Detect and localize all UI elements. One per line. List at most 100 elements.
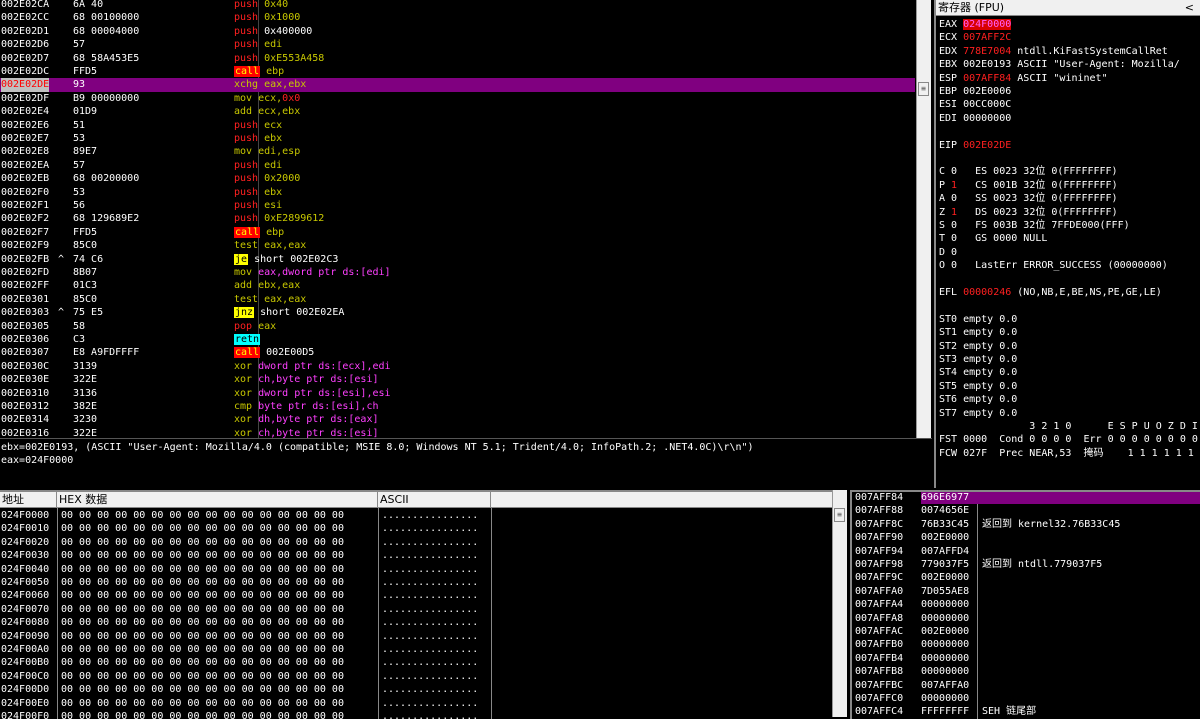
register-line[interactable]: ST2 empty 0.0 [939,340,1200,353]
stack-row[interactable]: 007AFFB8 00000000 [852,665,1200,678]
register-line[interactable]: ST7 empty 0.0 [939,407,1200,420]
disasm-row[interactable]: 002E0303 ^ 75 E5 jnz short 002E02EA [0,306,915,319]
register-line[interactable]: A 0 SS 0023 32位 0(FFFFFFFF) [939,192,1200,205]
stack-row[interactable]: 007AFF98 779037F5 返回到 ntdll.779037F5 [852,558,1200,571]
register-line[interactable]: ESI 00CC000C [939,98,1200,111]
register-line[interactable]: ECX 007AFF2C [939,31,1200,44]
disasm-row[interactable]: 002E02E7 53 push ebx [0,132,915,145]
disasm-row[interactable]: 002E02CC 68 00100000 push 0x1000 [0,11,915,24]
register-line[interactable]: EAX 024F0000 [939,18,1200,31]
stack-pane[interactable]: 007AFF84 696E6977 007AFF88 0074656E 007AFF8C… [850,490,1200,719]
dump-row[interactable]: 024F0080 00 00 00 00 00 00 00 00 00 00 00… [0,616,832,629]
disasm-row[interactable]: 002E02CA 6A 40 push 0x40 [0,0,915,11]
register-line[interactable]: EFL 00000246 (NO,NB,E,BE,NS,PE,GE,LE) [939,286,1200,299]
disasm-row[interactable]: 002E02E6 51 push ecx [0,119,915,132]
scroll-thumb-icon[interactable]: ≡ [918,82,929,96]
stack-row[interactable]: 007AFFC0 00000000 [852,692,1200,705]
register-line[interactable]: FCW 027F Prec NEAR,53 掩码 1 1 1 1 1 1 [939,447,1200,460]
dump-row[interactable]: 024F00C0 00 00 00 00 00 00 00 00 00 00 00… [0,670,832,683]
disassembly-pane[interactable]: 002E02CA 6A 40 push 0x40 002E02CC 68 0010000… [0,0,915,438]
dump-row[interactable]: 024F0060 00 00 00 00 00 00 00 00 00 00 00… [0,589,832,602]
dump-row[interactable]: 024F00F0 00 00 00 00 00 00 00 00 00 00 00… [0,710,832,719]
dump-row[interactable]: 024F0040 00 00 00 00 00 00 00 00 00 00 00… [0,563,832,576]
register-line[interactable]: ST0 empty 0.0 [939,313,1200,326]
disasm-row[interactable]: 002E0314 3230 xor dh,byte ptr ds:[eax] [0,413,915,426]
register-line[interactable]: ST3 empty 0.0 [939,353,1200,366]
register-line[interactable]: EDI 00000000 [939,112,1200,125]
register-line[interactable] [939,125,1200,138]
register-line[interactable]: ST1 empty 0.0 [939,326,1200,339]
register-line[interactable]: 3 2 1 0 E S P U O Z D I [939,420,1200,433]
stack-row[interactable]: 007AFFA8 00000000 [852,612,1200,625]
register-line[interactable]: ST6 empty 0.0 [939,393,1200,406]
disasm-row[interactable]: 002E02F2 68 129689E2 push 0xE2899612 [0,212,915,225]
disasm-row[interactable]: 002E0310 3136 xor dword ptr ds:[esi],esi [0,387,915,400]
disasm-row[interactable]: 002E0305 58 pop eax [0,320,915,333]
stack-row[interactable]: 007AFFB4 00000000 [852,652,1200,665]
dump-row[interactable]: 024F00D0 00 00 00 00 00 00 00 00 00 00 00… [0,683,832,696]
disasm-row[interactable]: 002E02E8 89E7 mov edi,esp [0,145,915,158]
disasm-row[interactable]: 002E02D6 57 push edi [0,38,915,51]
disasm-row[interactable]: 002E02D7 68 58A453E5 push 0xE553A458 [0,52,915,65]
register-line[interactable]: T 0 GS 0000 NULL [939,232,1200,245]
stack-row[interactable]: 007AFFA0 7D055AE8 [852,585,1200,598]
register-line[interactable]: FST 0000 Cond 0 0 0 0 Err 0 0 0 0 0 0 0 … [939,433,1200,446]
disasm-row[interactable]: 002E02DE 93 xchg eax,ebx [0,78,915,92]
stack-row[interactable]: 007AFFBC 007AFFA0 [852,679,1200,692]
stack-row[interactable]: 007AFF9C 002E0000 [852,571,1200,584]
disasm-row[interactable]: 002E0312 382E cmp byte ptr ds:[esi],ch [0,400,915,413]
disasm-row[interactable]: 002E02D1 68 00004000 push 0x400000 [0,25,915,38]
dump-row[interactable]: 024F0090 00 00 00 00 00 00 00 00 00 00 00… [0,630,832,643]
disasm-row[interactable]: 002E02DC FFD5 call ebp [0,65,915,78]
register-line[interactable]: C 0 ES 0023 32位 0(FFFFFFFF) [939,165,1200,178]
register-line[interactable] [939,273,1200,286]
dump-header-ascii[interactable]: ASCII [378,492,491,508]
dump-row[interactable]: 024F00A0 00 00 00 00 00 00 00 00 00 00 00… [0,643,832,656]
disasm-row[interactable]: 002E02F7 FFD5 call ebp [0,226,915,239]
register-line[interactable]: EIP 002E02DE [939,139,1200,152]
disasm-row[interactable]: 002E02F1 56 push esi [0,199,915,212]
disasm-row[interactable]: 002E02FB ^ 74 C6 je short 002E02C3 [0,253,915,266]
stack-row[interactable]: 007AFF94 007AFFD4 [852,545,1200,558]
stack-row[interactable]: 007AFFA4 00000000 [852,598,1200,611]
dump-scrollbar[interactable]: ≡ [832,490,847,717]
dump-row[interactable]: 024F0000 00 00 00 00 00 00 00 00 00 00 00… [0,509,832,522]
dump-row[interactable]: 024F0030 00 00 00 00 00 00 00 00 00 00 00… [0,549,832,562]
disasm-row[interactable]: 002E02EB 68 00200000 push 0x2000 [0,172,915,185]
dump-header-hex[interactable]: HEX 数据 [57,492,378,508]
stack-row[interactable]: 007AFF84 696E6977 [852,492,1200,505]
register-line[interactable]: O 0 LastErr ERROR_SUCCESS (00000000) [939,259,1200,272]
disasm-row[interactable]: 002E0301 85C0 test eax,eax [0,293,915,306]
scroll-thumb-icon[interactable]: ≡ [834,508,845,522]
registers-pane[interactable]: 寄存器 (FPU) < EAX 024F0000 ECX 007AFF2C EDX … [934,0,1200,488]
disasm-row[interactable]: 002E02FF 01C3 add ebx,eax [0,279,915,292]
register-line[interactable]: ST4 empty 0.0 [939,366,1200,379]
disasm-row[interactable]: 002E030E 322E xor ch,byte ptr ds:[esi] [0,373,915,386]
register-line[interactable]: EDX 778E7004 ntdll.KiFastSystemCallRet [939,45,1200,58]
disasm-row[interactable]: 002E02E4 01D9 add ecx,ebx [0,105,915,118]
register-line[interactable]: EBX 002E0193 ASCII "User-Agent: Mozilla/ [939,58,1200,71]
dump-header-address[interactable]: 地址 [0,492,57,508]
dump-row[interactable]: 024F0010 00 00 00 00 00 00 00 00 00 00 00… [0,522,832,535]
disasm-row[interactable]: 002E030C 3139 xor dword ptr ds:[ecx],edi [0,360,915,373]
disasm-row[interactable]: 002E02DF B9 00000000 mov ecx,0x0 [0,92,915,105]
register-line[interactable] [939,299,1200,312]
register-line[interactable]: S 0 FS 003B 32位 7FFDE000(FFF) [939,219,1200,232]
dump-row[interactable]: 024F00E0 00 00 00 00 00 00 00 00 00 00 00… [0,697,832,710]
dump-row[interactable]: 024F0020 00 00 00 00 00 00 00 00 00 00 00… [0,536,832,549]
dump-row[interactable]: 024F0070 00 00 00 00 00 00 00 00 00 00 00… [0,603,832,616]
disasm-row[interactable]: 002E02F0 53 push ebx [0,186,915,199]
disasm-row[interactable]: 002E0307 E8 A9FDFFFF call 002E00D5 [0,346,915,359]
register-line[interactable]: Z 1 DS 0023 32位 0(FFFFFFFF) [939,206,1200,219]
stack-row[interactable]: 007AFFB0 00000000 [852,638,1200,651]
disasm-row[interactable]: 002E02EA 57 push edi [0,159,915,172]
collapse-arrow-icon[interactable]: < [1185,0,1194,16]
register-line[interactable]: D 0 [939,246,1200,259]
register-line[interactable]: P 1 CS 001B 32位 0(FFFFFFFF) [939,179,1200,192]
disasm-row[interactable]: 002E02FD 8B07 mov eax,dword ptr ds:[edi] [0,266,915,279]
register-line[interactable]: ESP 007AFF84 ASCII "wininet" [939,72,1200,85]
register-line[interactable]: EBP 002E0006 [939,85,1200,98]
dump-pane[interactable]: 地址 HEX 数据 ASCII 024F0000 00 00 00 00 00 0… [0,490,832,719]
stack-row[interactable]: 007AFF90 002E0000 [852,531,1200,544]
stack-row[interactable]: 007AFF88 0074656E [852,504,1200,517]
